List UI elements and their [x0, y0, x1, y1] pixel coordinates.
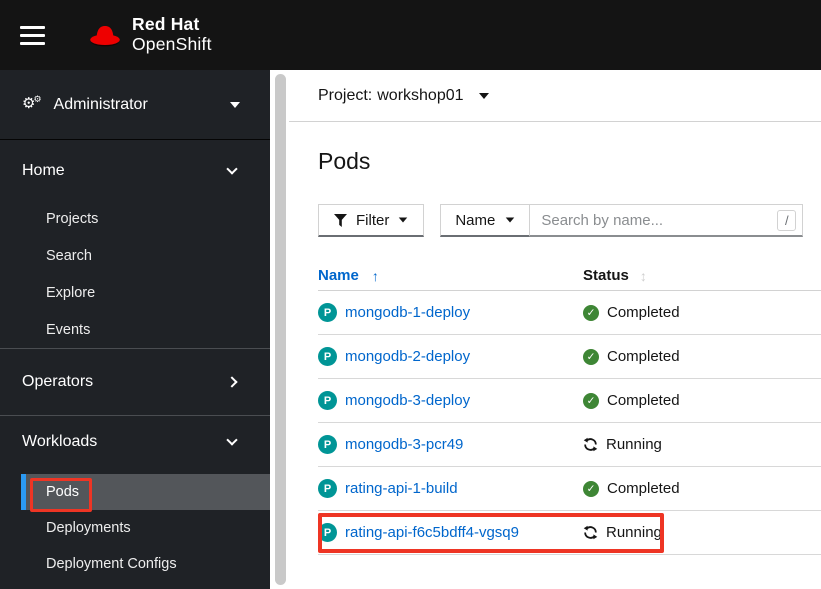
sidebar-item-projects[interactable]: Projects: [0, 200, 270, 237]
openshift-console: Red Hat OpenShift ⚙⚙ Administrator Home …: [0, 0, 821, 589]
table-row: P mongodb-3-pcr49 ✓ Running: [318, 423, 821, 467]
search-filter-group: Name /: [440, 204, 804, 237]
status-text: Completed: [607, 480, 680, 497]
pod-badge: P: [318, 479, 337, 498]
sort-both-icon: ↕: [639, 267, 647, 284]
pod-link[interactable]: mongodb-2-deploy: [345, 348, 470, 365]
sync-icon: [583, 525, 598, 540]
keyboard-shortcut-hint: /: [777, 210, 797, 231]
sidebar-item-explore[interactable]: Explore: [0, 274, 270, 311]
pods-table: Name ↑ Status ↕ P mongodb-1-deploy ✓ Com…: [318, 261, 821, 555]
brand-top: Red Hat: [132, 14, 200, 35]
chevron-down-icon: [399, 217, 408, 223]
pod-link[interactable]: mongodb-1-deploy: [345, 304, 470, 321]
scrollbar-thumb[interactable]: [275, 74, 286, 585]
sidebar-item-search[interactable]: Search: [0, 237, 270, 274]
column-header-name[interactable]: Name ↑: [318, 267, 583, 284]
funnel-icon: [334, 213, 347, 227]
sidebar-item-events[interactable]: Events: [0, 311, 270, 348]
sort-ascending-icon: ↑: [371, 267, 379, 284]
status-text: Completed: [607, 392, 680, 409]
table-row: P mongodb-1-deploy ✓ Completed: [318, 291, 821, 335]
pod-badge: P: [318, 391, 337, 410]
cogs-icon: ⚙⚙: [22, 94, 42, 112]
chevron-down-icon: [506, 217, 515, 223]
table-row: P mongodb-2-deploy ✓ Completed: [318, 335, 821, 379]
brand-text: Red Hat OpenShift: [132, 15, 212, 54]
check-circle-icon: ✓: [583, 480, 599, 497]
perspective-switcher[interactable]: ⚙⚙ Administrator: [0, 70, 270, 140]
sidebar-item-pods[interactable]: Pods: [21, 474, 270, 510]
pod-badge: P: [318, 435, 337, 454]
perspective-label: Administrator: [53, 95, 148, 113]
chevron-down-icon: [478, 92, 489, 99]
toolbar: Filter Name /: [318, 204, 821, 237]
search-input[interactable]: [530, 204, 804, 237]
chevron-down-icon: [226, 433, 238, 446]
chevron-down-icon: [230, 101, 240, 108]
brand-logo: Red Hat OpenShift: [86, 15, 212, 54]
sidebar-item-deployments[interactable]: Deployments: [0, 510, 270, 546]
project-prefix: Project:: [318, 86, 373, 104]
pod-badge: P: [318, 523, 337, 542]
status-text: Completed: [607, 304, 680, 321]
status-text: Running: [606, 524, 662, 541]
nav-toggle-button[interactable]: [20, 15, 60, 55]
table-header: Name ↑ Status ↕: [318, 261, 821, 291]
masthead: Red Hat OpenShift: [0, 0, 821, 70]
sidebar-item-workloads[interactable]: Workloads: [0, 416, 270, 467]
project-selector[interactable]: Project: workshop01: [289, 70, 821, 122]
sidebar-item-operators[interactable]: Operators: [0, 349, 270, 415]
chevron-down-icon: [226, 163, 238, 175]
sidebar-item-deployment-configs[interactable]: Deployment Configs: [0, 546, 270, 582]
attribute-select[interactable]: Name: [440, 204, 531, 237]
sidebar: ⚙⚙ Administrator Home Projects Search Ex…: [0, 70, 270, 589]
table-row: P rating-api-f6c5bdff4-vgsq9 ✓ Running: [318, 511, 821, 555]
filter-label: Filter: [356, 211, 390, 229]
page-title: Pods: [318, 148, 371, 174]
check-circle-icon: ✓: [583, 304, 599, 321]
filter-button[interactable]: Filter: [318, 204, 425, 237]
pod-link[interactable]: mongodb-3-deploy: [345, 392, 470, 409]
main-content: Project: workshop01 Pods Filter Name Sea…: [289, 70, 821, 589]
table-row: P mongodb-3-deploy ✓ Completed: [318, 379, 821, 423]
page-scrollbar[interactable]: [271, 70, 289, 589]
status-text: Running: [606, 436, 662, 453]
brand-bottom: OpenShift: [132, 34, 212, 54]
pod-link[interactable]: mongodb-3-pcr49: [345, 436, 463, 453]
status-text: Completed: [607, 348, 680, 365]
sidebar-item-home[interactable]: Home: [0, 150, 270, 192]
check-circle-icon: ✓: [583, 348, 599, 365]
table-row: P rating-api-1-build ✓ Completed: [318, 467, 821, 511]
project-value: workshop01: [377, 86, 464, 104]
pod-badge: P: [318, 303, 337, 322]
workloads-sub-list: Pods Deployments Deployment Configs: [0, 467, 270, 582]
redhat-fedora-icon: [90, 25, 120, 46]
pod-link[interactable]: rating-api-f6c5bdff4-vgsq9: [345, 524, 519, 541]
attribute-label: Name: [455, 211, 496, 229]
sync-icon: [583, 437, 598, 452]
pod-badge: P: [318, 347, 337, 366]
column-header-status[interactable]: Status ↕: [583, 267, 821, 284]
chevron-right-icon: [226, 376, 238, 388]
home-sub-list: Projects Search Explore Events: [0, 192, 270, 348]
check-circle-icon: ✓: [583, 392, 599, 409]
pod-link[interactable]: rating-api-1-build: [345, 480, 458, 497]
